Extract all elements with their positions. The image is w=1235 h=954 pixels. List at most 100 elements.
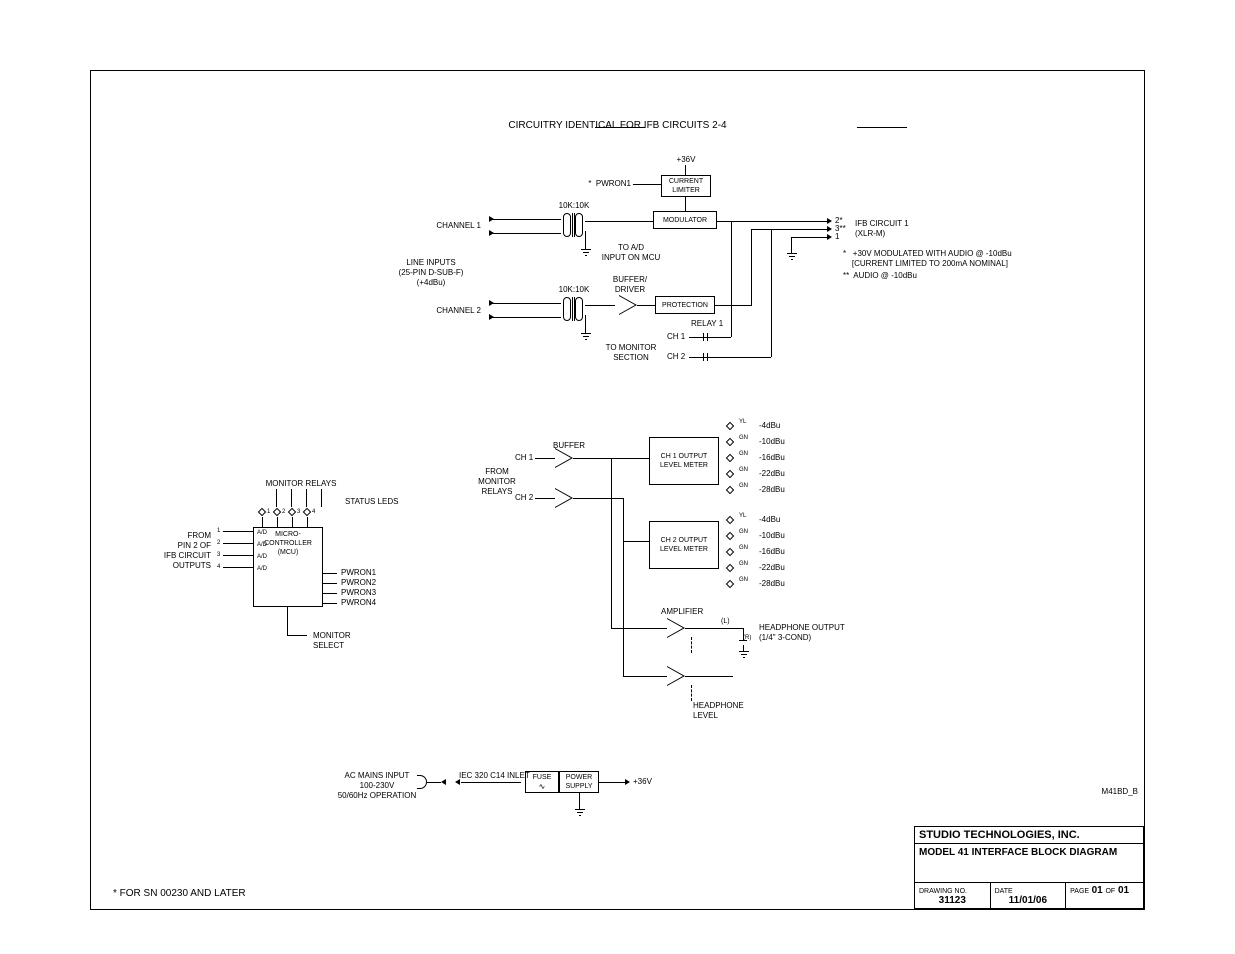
arrow — [827, 218, 832, 224]
arrow — [625, 779, 630, 785]
wire — [307, 517, 308, 527]
wire — [719, 357, 771, 358]
meter2-lvl-3: -16dBu — [759, 547, 785, 557]
meter2-lvl-4: -22dBu — [759, 563, 785, 573]
wire — [585, 231, 586, 243]
status-led-2 — [273, 508, 281, 516]
plus36v-label: +36V — [671, 155, 701, 165]
page-of: OF — [1105, 888, 1115, 895]
date-value: 11/01/06 — [995, 895, 1062, 906]
meter1-lvl-5: -28dBu — [759, 485, 785, 495]
relay-coil — [276, 489, 277, 507]
wire — [611, 628, 667, 629]
amp-L-label: (L) — [721, 617, 730, 627]
drawing-no: 31123 — [919, 895, 986, 906]
company-name: STUDIO TECHNOLOGIES, INC. — [915, 827, 1144, 844]
wire — [771, 229, 772, 357]
meter1-color-5: GN — [739, 481, 748, 491]
meter1-color-1: YL — [739, 417, 746, 427]
meter1-color-4: GN — [739, 465, 748, 475]
jack-ring — [739, 640, 747, 641]
mod-note2: ** AUDIO @ -10dBu — [843, 271, 917, 281]
ad-3: A/D — [257, 552, 267, 562]
wire — [323, 603, 337, 604]
meter-ch1-block: CH 1 OUTPUT LEVEL METER — [649, 437, 719, 485]
wire — [633, 184, 661, 185]
arrow — [827, 234, 832, 240]
wire — [685, 628, 733, 629]
pwron-1: PWRON1 — [341, 568, 376, 578]
meter2-color-2: GN — [739, 527, 748, 537]
meter1-led-4 — [726, 470, 734, 478]
channel2-label: CHANNEL 2 — [421, 306, 481, 316]
wire — [223, 543, 253, 544]
line-inputs-label: LINE INPUTS (25-PIN D-SUB-F) (+4dBu) — [381, 258, 481, 288]
wire — [715, 305, 751, 306]
meter-ch2-block: CH 2 OUTPUT LEVEL METER — [649, 521, 719, 569]
drawing-no-label: DRAWING NO. — [919, 888, 967, 895]
mon-ch2: CH 2 — [515, 493, 533, 503]
gnd — [575, 809, 585, 817]
wire — [685, 197, 686, 211]
from-pin2-label: FROM PIN 2 OF IFB CIRCUIT OUTPUTS — [151, 531, 211, 571]
current-limiter-block: CURRENT LIMITER — [661, 175, 711, 197]
wire — [623, 498, 624, 676]
psu-36v: +36V — [633, 777, 652, 787]
wire — [717, 221, 827, 222]
pwron1-label: * PWRON1 — [581, 179, 631, 189]
line-no-1: 1 — [217, 526, 220, 536]
wire — [535, 458, 555, 459]
model-title: MODEL 41 INTERFACE BLOCK DIAGRAM — [915, 844, 1144, 883]
meter1-led-2 — [726, 438, 734, 446]
status-led-4 — [303, 508, 311, 516]
amp-R-label: (R) — [743, 633, 751, 643]
wire — [689, 357, 719, 358]
meter1-led-5 — [726, 486, 734, 494]
amplifier-label: AMPLIFIER — [661, 607, 703, 617]
relay-coil — [306, 489, 307, 507]
page-no: 01 — [1092, 885, 1103, 896]
doc-code: M41BD_B — [1058, 787, 1138, 797]
wire — [719, 337, 731, 338]
meter2-lvl-2: -10dBu — [759, 531, 785, 541]
sn-note: * FOR SN 00230 AND LATER — [113, 889, 246, 899]
meter2-led-2 — [726, 532, 734, 540]
mod-note1: * +30V MODULATED WITH AUDIO @ -10dBu [CU… — [843, 249, 1012, 269]
meter2-lvl-5: -28dBu — [759, 579, 785, 589]
gnd — [787, 253, 797, 261]
arrow — [827, 226, 832, 232]
meter2-led-3 — [726, 548, 734, 556]
wire — [599, 782, 625, 783]
meter1-lvl-4: -22dBu — [759, 469, 785, 479]
ad-1: A/D — [257, 528, 267, 538]
status-leds-label: STATUS LEDS — [345, 497, 399, 507]
page-label: PAGE — [1070, 888, 1089, 895]
pwron-2: PWRON2 — [341, 578, 376, 588]
meter1-led-3 — [726, 454, 734, 462]
meter1-lvl-3: -16dBu — [759, 453, 785, 463]
wire — [223, 567, 253, 568]
led-num-4: 4 — [312, 507, 315, 517]
meter2-color-5: GN — [739, 575, 748, 585]
amp-L — [667, 618, 685, 638]
transformer-ch1 — [561, 213, 585, 237]
wire — [262, 517, 263, 527]
relay-contact — [703, 333, 704, 341]
wire — [323, 573, 337, 574]
wire — [751, 229, 752, 306]
protection-block: PROTECTION — [655, 296, 715, 314]
wire — [585, 315, 586, 327]
buffer-ch2 — [555, 488, 573, 508]
title-block: STUDIO TECHNOLOGIES, INC. MODEL 41 INTER… — [914, 826, 1144, 909]
iec-label: IEC 320 C14 INLET — [459, 771, 523, 781]
line-no-4: 4 — [217, 562, 220, 572]
rule — [857, 127, 907, 128]
iec-inlet-icon — [417, 775, 427, 789]
meter1-color-3: GN — [739, 449, 748, 459]
wire — [323, 593, 337, 594]
arrow — [489, 230, 494, 236]
ad-2: A/D — [257, 540, 267, 550]
wire — [685, 165, 686, 175]
fuse-block: FUSE ∿ — [525, 771, 559, 793]
pwron-3: PWRON3 — [341, 588, 376, 598]
